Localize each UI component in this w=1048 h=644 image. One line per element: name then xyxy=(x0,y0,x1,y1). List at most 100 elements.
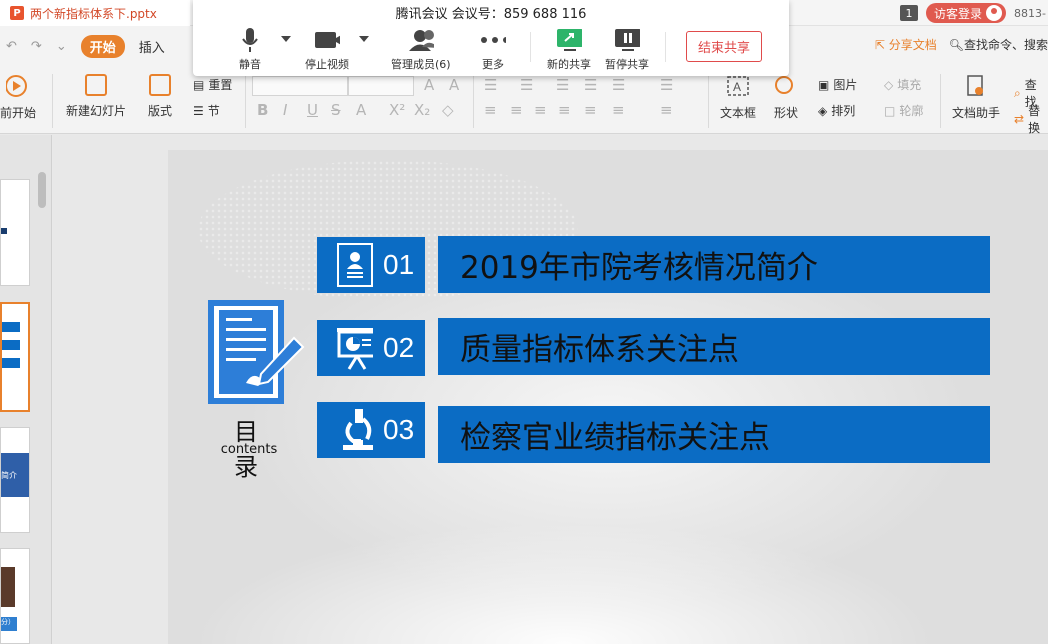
window-count-badge[interactable]: 1 xyxy=(900,5,919,21)
slide-thumbnail[interactable]: 简介 xyxy=(0,427,30,533)
text-box-button[interactable]: A 文本框 xyxy=(720,74,756,121)
picture-icon: ▣ xyxy=(818,77,830,92)
toc-subtitle: contents xyxy=(220,442,278,457)
microphone-icon xyxy=(237,28,263,52)
decrease-font-icon[interactable]: A xyxy=(449,76,459,94)
pause-share-label: 暂停共享 xyxy=(605,58,649,71)
find-icon: ⌕ xyxy=(1014,85,1021,100)
picture-button[interactable]: ▣ 图片 xyxy=(818,76,857,93)
more-button[interactable]: 更多 xyxy=(480,28,506,72)
numbered-list-icon[interactable]: ☰ xyxy=(520,76,533,94)
document-helper-button[interactable]: 文档助手 xyxy=(952,74,1000,121)
arrange-button[interactable]: ◈ 排列 xyxy=(818,102,855,119)
paragraph-spacing-icon[interactable]: ≡ xyxy=(660,101,673,119)
section-label: 节 xyxy=(207,104,220,118)
reset-button[interactable]: ▤ 重置 xyxy=(193,76,232,93)
new-slide-button[interactable]: 新建幻灯片 xyxy=(66,74,126,119)
align-left-icon[interactable]: ≡ xyxy=(484,101,497,119)
redo-icon[interactable]: ↷ xyxy=(31,39,42,54)
account-number: 8813- xyxy=(1014,6,1046,20)
guest-login-button[interactable]: 访客登录 xyxy=(926,3,1007,23)
thumbnail-scrollbar[interactable] xyxy=(38,172,46,208)
pause-share-icon xyxy=(614,28,640,52)
play-from-start-label: 前开始 xyxy=(0,106,37,120)
presentation-board-icon xyxy=(337,326,373,370)
shape-button[interactable]: 形状 xyxy=(774,74,798,121)
quick-access-dropdown-icon[interactable]: ⌄ xyxy=(56,39,67,54)
undo-icon[interactable]: ↶ xyxy=(6,39,17,54)
ribbon-divider xyxy=(52,74,53,128)
tab-start[interactable]: 开始 xyxy=(80,34,125,58)
replace-icon: ⇄ xyxy=(1014,112,1025,126)
title-right-area: 1 访客登录 8813- xyxy=(900,0,1048,26)
fill-button[interactable]: ◇ 填充 xyxy=(884,76,921,93)
meeting-divider xyxy=(530,32,531,62)
more-icon xyxy=(480,28,506,52)
video-dropdown-icon[interactable] xyxy=(359,36,369,42)
justify-icon[interactable]: ≡ xyxy=(558,101,571,119)
align-text-icon[interactable]: ☰ xyxy=(660,76,673,94)
thumbnail-image xyxy=(1,567,15,607)
manage-members-button[interactable]: 管理成员(6) xyxy=(391,28,451,72)
toc-item-text: 质量指标体系关注点 xyxy=(460,332,739,368)
toc-item-bar: 检察官业绩指标关注点 xyxy=(438,406,990,463)
superscript-icon[interactable]: X² xyxy=(389,101,405,119)
fill-icon: ◇ xyxy=(884,77,894,92)
reset-icon: ▤ xyxy=(193,77,205,92)
share-document-button[interactable]: ⇱ 分享文档 xyxy=(875,36,937,53)
toc-item-bar: 2019年市院考核情况简介 xyxy=(438,236,990,293)
guest-login-label: 访客登录 xyxy=(934,6,983,21)
font-size-select[interactable] xyxy=(348,76,414,96)
more-label: 更多 xyxy=(482,58,504,71)
slide-thumbnail-panel: 简介 分） xyxy=(0,135,52,644)
mute-dropdown-icon[interactable] xyxy=(281,36,291,42)
clear-format-icon[interactable]: ◇ xyxy=(442,101,454,119)
tab-insert[interactable]: 插入 xyxy=(139,37,165,56)
font-color-icon[interactable]: A xyxy=(356,101,366,119)
strikethrough-icon[interactable]: S xyxy=(331,101,341,119)
replace-button[interactable]: ⇄ 替换 xyxy=(1014,102,1048,136)
slide-thumbnail-selected[interactable] xyxy=(0,302,30,412)
thumbnail-text: 分） xyxy=(1,618,15,626)
outline-icon: □ xyxy=(884,103,896,118)
stop-video-button[interactable]: 停止视频 xyxy=(305,28,349,72)
play-from-start-button[interactable]: 前开始 xyxy=(0,74,36,121)
underline-icon[interactable]: U xyxy=(307,101,318,119)
toc-item-text: 检察官业绩指标关注点 xyxy=(460,420,770,456)
pause-share-button[interactable]: 暂停共享 xyxy=(605,28,649,72)
end-share-button[interactable]: 结束共享 xyxy=(686,31,762,62)
subscript-icon[interactable]: X₂ xyxy=(414,101,430,119)
thumbnail-bar xyxy=(2,322,20,332)
outline-button[interactable]: □ 轮廓 xyxy=(884,102,923,119)
slide[interactable]: 目 录 contents 01 2019年市院考核情况简介 02 质量指标体系关… xyxy=(168,150,1048,644)
increase-font-icon[interactable]: A xyxy=(424,76,434,94)
line-spacing-icon[interactable]: ≡ xyxy=(612,101,625,119)
align-right-icon[interactable]: ≡ xyxy=(534,101,547,119)
stop-video-label: 停止视频 xyxy=(305,58,349,71)
search-command-button[interactable]: 🔍︎查找命令、搜索 xyxy=(949,36,1048,53)
slide-thumbnail[interactable] xyxy=(0,179,30,286)
font-family-select[interactable] xyxy=(252,76,348,96)
bold-icon[interactable]: B xyxy=(257,101,268,119)
toc-item-text: 2019年市院考核情况简介 xyxy=(460,250,818,286)
decrease-indent-icon[interactable]: ☰ xyxy=(556,76,569,94)
toc-number: 03 xyxy=(383,414,415,445)
align-center-icon[interactable]: ≡ xyxy=(510,101,523,119)
section-button[interactable]: ☰ 节 xyxy=(193,102,220,119)
slide-thumbnail[interactable]: 分） xyxy=(0,548,30,644)
shape-icon xyxy=(775,76,793,94)
layout-button[interactable]: 版式 xyxy=(148,74,172,119)
increase-indent-icon[interactable]: ☰ xyxy=(584,76,597,94)
new-share-button[interactable]: 新的共享 xyxy=(547,28,591,72)
text-direction-icon[interactable]: ☰ xyxy=(612,76,625,94)
search-icon: 🔍︎ xyxy=(948,38,964,52)
ribbon-divider xyxy=(708,74,709,128)
bullet-list-icon[interactable]: ☰ xyxy=(484,76,497,94)
ribbon-divider xyxy=(473,74,474,128)
mute-button[interactable]: 静音 xyxy=(237,28,263,72)
italic-icon[interactable]: I xyxy=(283,101,287,119)
toc-number-box: 03 xyxy=(317,402,425,458)
microscope-icon xyxy=(337,408,373,452)
document-tab[interactable]: P 两个新指标体系下.pptx xyxy=(0,0,190,26)
distribute-icon[interactable]: ≡ xyxy=(584,101,597,119)
